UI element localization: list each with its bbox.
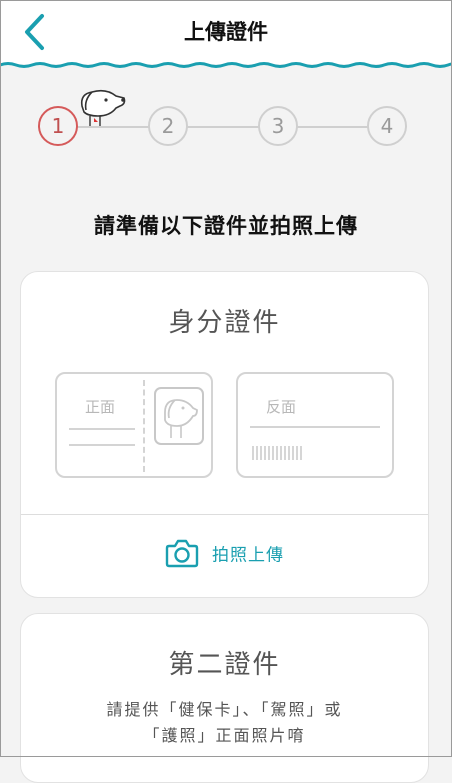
step-4: 4 <box>367 106 407 146</box>
id-card-title: 身分證件 <box>168 308 281 338</box>
camera-icon <box>165 539 199 568</box>
back-label: 反面 <box>266 398 297 416</box>
second-card-title: 第二證件 <box>168 650 281 680</box>
id-document-card: 身分證件 正面 反面 拍照上傳 <box>20 271 429 598</box>
dog-photo-icon <box>154 387 204 445</box>
front-dashed-divider <box>143 380 145 472</box>
step-1: 1 <box>38 106 78 146</box>
instruction-heading: 請準備以下證件並拍照上傳 <box>94 214 358 238</box>
step-3: 3 <box>258 106 298 146</box>
front-line-1 <box>69 428 135 430</box>
card-divider <box>21 514 428 515</box>
second-card-desc-line2: 「護照」正面照片唷 <box>143 726 306 745</box>
front-label: 正面 <box>85 398 116 416</box>
photo-upload-button[interactable]: 拍照上傳 <box>21 538 428 572</box>
front-line-2 <box>69 444 135 446</box>
page-title: 上傳證件 <box>184 20 268 44</box>
barcode-icon <box>252 446 302 460</box>
header-wave-divider <box>0 62 452 68</box>
app-header: 上傳證件 <box>0 0 452 64</box>
second-document-card: 第二證件 請提供「健保卡」、「駕照」或 「護照」正面照片唷 <box>20 613 429 783</box>
back-line <box>250 426 380 428</box>
id-back-illustration: 反面 <box>236 372 394 478</box>
step-2: 2 <box>148 106 188 146</box>
dog-mascot-icon <box>80 89 126 126</box>
id-front-illustration: 正面 <box>55 372 213 478</box>
progress-stepper: 1 2 3 4 <box>0 96 452 156</box>
second-card-desc-line1: 請提供「健保卡」、「駕照」或 <box>106 700 343 719</box>
photo-upload-label: 拍照上傳 <box>212 545 285 566</box>
